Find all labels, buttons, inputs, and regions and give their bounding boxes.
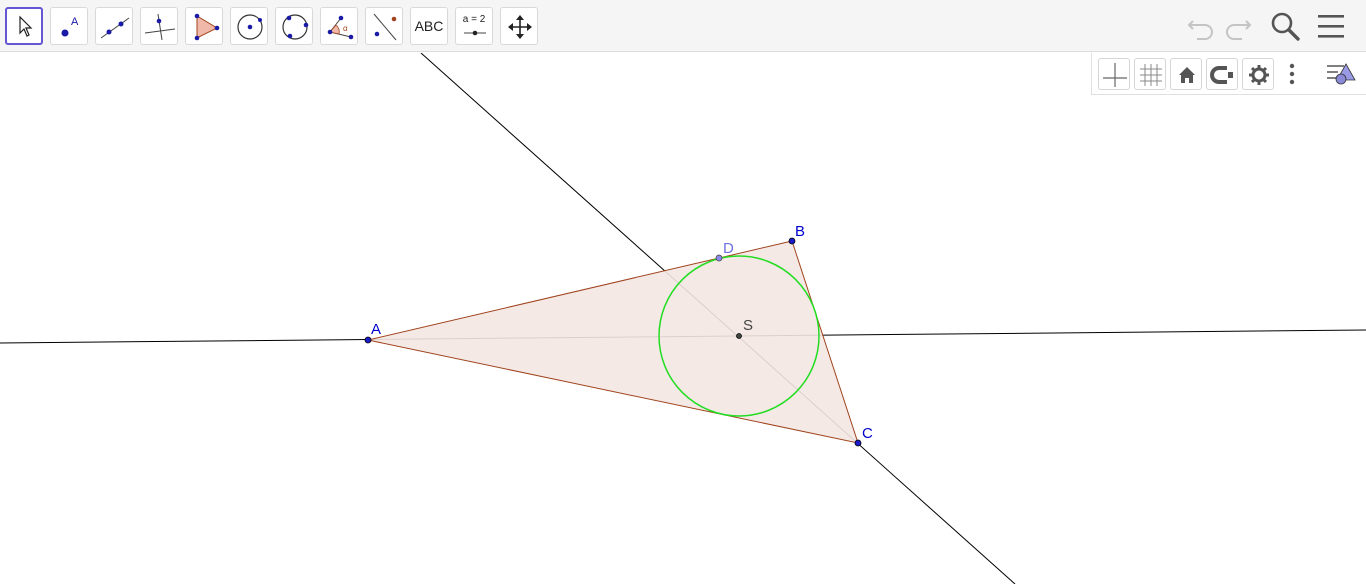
axes-icon	[1103, 63, 1127, 87]
search-icon	[1271, 12, 1300, 41]
undo-button[interactable]	[1183, 8, 1219, 44]
home-icon	[1179, 67, 1195, 83]
circle-three-points-icon	[282, 14, 309, 40]
point-icon: A	[61, 16, 79, 37]
style-bar	[1091, 53, 1366, 95]
toggle-grid-button[interactable]	[1134, 58, 1166, 90]
menu-icon	[1318, 15, 1344, 38]
point-tool-label: A	[71, 16, 79, 28]
more-vertical-icon	[1289, 63, 1295, 85]
point-tool[interactable]: A	[50, 7, 88, 45]
style-bar-toggle-icon	[1327, 63, 1356, 85]
circle-center-icon	[237, 14, 263, 40]
reflect-icon	[373, 13, 397, 41]
more-options-button[interactable]	[1282, 58, 1302, 90]
move-tool[interactable]	[5, 7, 43, 45]
slider-icon	[464, 30, 486, 36]
angle-icon: α	[327, 15, 354, 40]
angle-tool[interactable]: α	[320, 7, 358, 45]
graphics-settings-button[interactable]	[1242, 58, 1274, 90]
line-icon	[100, 17, 130, 39]
style-bar-toggle-button[interactable]	[1324, 58, 1358, 90]
undo-icon	[1187, 20, 1213, 40]
point-capturing-button[interactable]	[1206, 58, 1238, 90]
cursor-arrow-icon	[19, 15, 33, 37]
label-a: A	[371, 321, 381, 338]
point-d[interactable]	[715, 254, 723, 262]
grid-icon	[1140, 64, 1162, 86]
move-graphics-view-tool[interactable]	[500, 7, 538, 45]
label-s: S	[743, 317, 753, 334]
triangle-abc[interactable]	[367, 240, 859, 444]
text-tool-label: ABC	[414, 18, 444, 34]
label-c: C	[862, 425, 873, 442]
polygon-tool[interactable]	[185, 7, 223, 45]
angle-tool-label: α	[343, 24, 348, 33]
perpendicular-line-tool[interactable]	[140, 7, 178, 45]
polygon-icon	[194, 13, 220, 41]
redo-icon	[1226, 20, 1252, 40]
move-arrows-icon	[508, 15, 532, 39]
graphics-view[interactable]: A B C D S	[0, 53, 1366, 584]
slider-tool[interactable]: a = 2	[455, 7, 493, 45]
perpendicular-line-icon	[144, 13, 176, 41]
circle-three-points-tool[interactable]	[275, 7, 313, 45]
main-menu-button[interactable]	[1314, 8, 1350, 44]
toggle-axes-button[interactable]	[1098, 58, 1130, 90]
point-s[interactable]	[736, 333, 742, 339]
circle-center-point-tool[interactable]	[230, 7, 268, 45]
search-button[interactable]	[1267, 8, 1303, 44]
label-b: B	[795, 223, 805, 240]
point-capturing-icon	[1210, 66, 1233, 84]
label-d: D	[723, 240, 734, 257]
text-tool[interactable]: ABC	[410, 7, 448, 45]
reflect-tool[interactable]	[365, 7, 403, 45]
standard-view-button[interactable]	[1170, 58, 1202, 90]
line-tool[interactable]	[95, 7, 133, 45]
settings-icon	[1249, 65, 1269, 85]
point-c[interactable]	[854, 439, 862, 447]
toolbar: A α ABC a = 2	[0, 0, 1366, 52]
redo-button[interactable]	[1220, 8, 1256, 44]
